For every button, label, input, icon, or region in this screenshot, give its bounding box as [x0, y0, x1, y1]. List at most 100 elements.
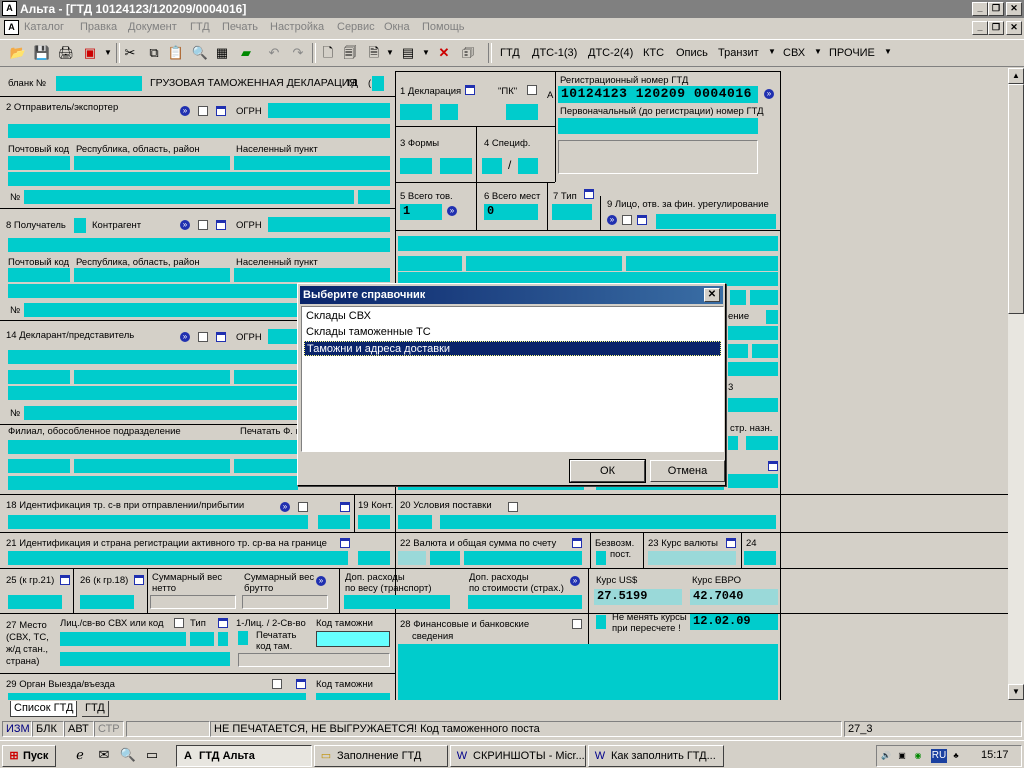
box21-country-field[interactable]: [358, 551, 390, 565]
svh-type-field[interactable]: [190, 632, 214, 646]
lookup-icon[interactable]: »: [607, 215, 617, 225]
opis-button[interactable]: Опись: [676, 47, 708, 59]
calendar-icon[interactable]: [60, 575, 70, 585]
svh-button[interactable]: СВХ: [783, 47, 805, 59]
box2-postal-field[interactable]: [8, 156, 70, 170]
desktop-icon[interactable]: ▭: [142, 745, 162, 765]
box2-name-field[interactable]: [8, 124, 390, 138]
right-field-f[interactable]: [752, 344, 778, 358]
list-item-customs-addresses[interactable]: Таможни и адреса доставки: [304, 341, 721, 356]
place-field[interactable]: [60, 652, 230, 666]
calendar-icon[interactable]: [637, 215, 647, 225]
calendar-icon[interactable]: [726, 538, 736, 548]
gtd-button[interactable]: ГТД: [500, 47, 520, 59]
box2-region-field[interactable]: [74, 156, 230, 170]
docs-icon[interactable]: 🗐: [340, 43, 360, 63]
doc-icon[interactable]: [298, 502, 308, 512]
doc-icon[interactable]: [198, 332, 208, 342]
invoice-sum-field[interactable]: [464, 551, 582, 565]
box20-field[interactable]: [440, 515, 776, 529]
lookup-icon[interactable]: »: [180, 220, 190, 230]
menu-help[interactable]: Помощь: [422, 21, 465, 33]
clipboard-icon[interactable]: 🗊: [458, 43, 478, 63]
total-net-field[interactable]: [150, 595, 236, 609]
customs-code-field[interactable]: [316, 631, 390, 647]
decl-type-field[interactable]: [400, 104, 432, 120]
reg-number-field[interactable]: 10124123 120209 0004016: [558, 86, 758, 103]
delete-icon[interactable]: ✕: [434, 43, 454, 63]
ie-icon[interactable]: ℯ: [70, 745, 90, 765]
chevron-down-icon[interactable]: ▼: [380, 43, 400, 63]
exit-body-field[interactable]: [8, 693, 306, 700]
box14-postal-field[interactable]: [8, 370, 70, 384]
outlook-icon[interactable]: ✉: [94, 745, 114, 765]
find-icon[interactable]: 🔍: [190, 43, 210, 63]
chevron-down-icon[interactable]: ▼: [884, 47, 892, 56]
print-preview-icon[interactable]: ▣: [80, 43, 100, 63]
transit-button[interactable]: Транзит: [718, 47, 759, 59]
box14-region-field[interactable]: [74, 370, 230, 384]
tray-app-icon[interactable]: ♣: [951, 751, 961, 761]
right-field-i[interactable]: [728, 436, 738, 450]
box26-field[interactable]: [80, 595, 134, 609]
network-icon[interactable]: ▣: [897, 751, 907, 761]
menu-settings[interactable]: Настройка: [270, 21, 324, 33]
scroll-thumb[interactable]: [1008, 84, 1024, 314]
box14-address-field[interactable]: [8, 386, 298, 400]
calendar-icon[interactable]: [340, 502, 350, 512]
lookup-icon[interactable]: »: [180, 106, 190, 116]
box14-ogrn-field[interactable]: [268, 329, 298, 344]
calendar-icon[interactable]: [218, 618, 228, 628]
dts2-button[interactable]: ДТС-2(4): [588, 47, 633, 59]
app-icon[interactable]: A: [2, 1, 17, 16]
other-button[interactable]: ПРОЧИЕ: [829, 47, 875, 59]
box9-postal-field[interactable]: [398, 256, 462, 271]
box18-country-field[interactable]: [318, 515, 350, 529]
cancel-button[interactable]: Отмена: [650, 460, 725, 482]
doc-icon[interactable]: [272, 679, 282, 689]
doc-icon[interactable]: [572, 619, 582, 629]
extra-weight-field[interactable]: [344, 595, 450, 609]
right-field-c[interactable]: [766, 310, 778, 324]
cut-icon[interactable]: ✂: [120, 43, 140, 63]
counterparty-checkbox[interactable]: [74, 218, 86, 233]
lookup-icon[interactable]: »: [570, 576, 580, 586]
calendar-icon[interactable]: [465, 85, 475, 95]
box2-settlement-field[interactable]: [234, 156, 390, 170]
menu-edit[interactable]: Правка: [80, 21, 117, 33]
box21-field[interactable]: [8, 551, 348, 565]
close-button[interactable]: ✕: [1006, 2, 1022, 16]
search-icon[interactable]: 🔍: [118, 745, 138, 765]
taskbar-how-to-fill[interactable]: W Как заполнить ГТД...: [588, 745, 724, 767]
branch-settlement-field[interactable]: [234, 459, 298, 473]
right-field-j[interactable]: [746, 436, 778, 450]
volume-icon[interactable]: 🔊: [881, 751, 891, 761]
branch-name-field[interactable]: [8, 440, 298, 454]
calendar-icon[interactable]: [340, 538, 350, 548]
eur-rate-field[interactable]: 42.7040: [690, 589, 778, 605]
lookup-icon[interactable]: »: [764, 89, 774, 99]
security-icon[interactable]: ◉: [913, 751, 923, 761]
scroll-down-icon[interactable]: ▼: [1008, 684, 1024, 700]
lookup-icon[interactable]: »: [280, 502, 290, 512]
calendar-icon[interactable]: [216, 332, 226, 342]
total-gross-field[interactable]: [242, 595, 328, 609]
ok-button[interactable]: ОК: [569, 459, 646, 483]
place-code-field[interactable]: [238, 653, 390, 667]
box8-ogrn-field[interactable]: [268, 217, 390, 232]
box19-field[interactable]: [358, 515, 390, 529]
child-close-button[interactable]: ✕: [1006, 21, 1022, 35]
branch-region-field[interactable]: [74, 459, 230, 473]
doc-icon[interactable]: [174, 618, 184, 628]
right-field-d[interactable]: [728, 326, 778, 340]
doc-icon[interactable]: A: [4, 20, 19, 35]
total-goods-field[interactable]: 1: [400, 204, 442, 220]
print-icon[interactable]: 🖨: [56, 43, 76, 63]
chevron-down-icon[interactable]: ▼: [416, 43, 436, 63]
dialog-close-icon[interactable]: ✕: [704, 288, 720, 302]
calendar-icon[interactable]: [216, 220, 226, 230]
menu-catalog[interactable]: Каталог: [24, 21, 64, 33]
new-doc-icon[interactable]: 🗋: [318, 43, 338, 63]
menu-gtd[interactable]: ГТД: [190, 21, 210, 33]
tab-gtd[interactable]: ГТД: [82, 701, 109, 717]
